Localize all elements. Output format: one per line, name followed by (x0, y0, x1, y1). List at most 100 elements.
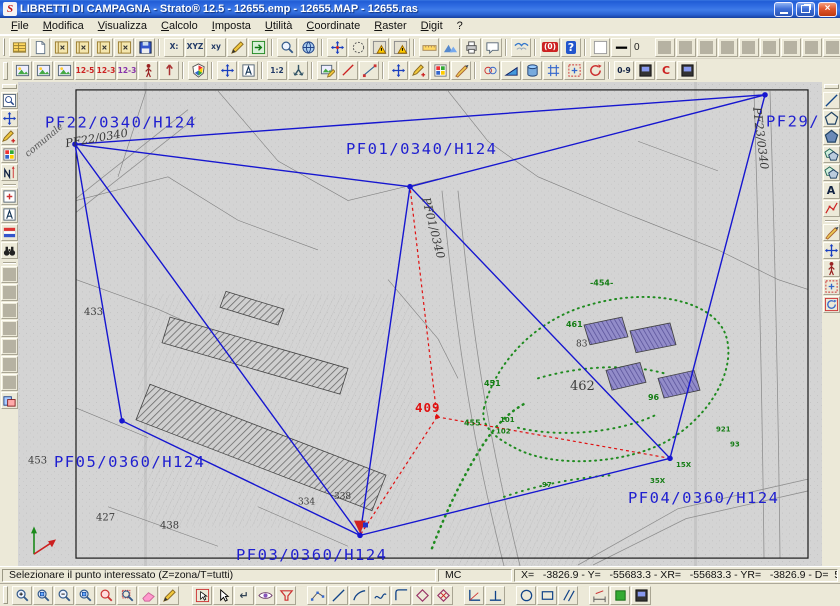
north-button[interactable] (1, 164, 18, 181)
fork-down-button[interactable] (288, 61, 308, 80)
ruler-button[interactable] (419, 38, 439, 57)
rect-tool-button[interactable] (537, 586, 557, 605)
ratio-button[interactable]: 1:2 (267, 61, 287, 80)
select-frame-button[interactable] (192, 586, 212, 605)
mag-minus-button[interactable] (54, 586, 74, 605)
line-button[interactable] (328, 586, 348, 605)
digits-button[interactable]: 0-9 (614, 61, 634, 80)
circle-button[interactable] (516, 586, 536, 605)
corner-button[interactable] (391, 586, 411, 605)
fieldbook-button[interactable] (93, 38, 113, 57)
move-cross-blue-button[interactable] (388, 61, 408, 80)
mountain-button[interactable] (440, 38, 460, 57)
brush-button[interactable] (451, 61, 471, 80)
sheets-button[interactable] (1, 392, 18, 409)
grid-cross-button[interactable] (543, 61, 563, 80)
magnifier-button[interactable] (277, 38, 297, 57)
person-button[interactable] (138, 61, 158, 80)
speech-bubble-button[interactable] (482, 38, 502, 57)
warn-grid-button[interactable] (390, 38, 410, 57)
copy-shape-button[interactable] (823, 164, 840, 181)
help-button[interactable]: ? (561, 38, 581, 57)
dimension-button[interactable] (589, 586, 609, 605)
line-button[interactable] (823, 92, 840, 109)
mag-red-button[interactable] (96, 586, 116, 605)
menu-digit[interactable]: Digit (414, 20, 450, 32)
parallel-button[interactable] (558, 586, 578, 605)
brush-button[interactable] (823, 224, 840, 241)
menu-coordinate[interactable]: Coordinate (299, 20, 367, 32)
coords-xy-button[interactable]: xy (206, 38, 226, 57)
arc-button[interactable] (349, 586, 369, 605)
document-button[interactable] (30, 38, 50, 57)
c-tool-button[interactable]: C (656, 61, 676, 80)
green-square-button[interactable] (610, 586, 630, 605)
ramp-button[interactable] (501, 61, 521, 80)
map-canvas[interactable]: PF22/0340/H124PF01/0340/H124PF29/PF05/03… (18, 82, 822, 566)
diamond-button[interactable] (412, 586, 432, 605)
person-button[interactable] (823, 260, 840, 277)
menu-modifica[interactable]: Modifica (36, 20, 91, 32)
scale-12-3b-button[interactable]: 12-3 (117, 61, 137, 80)
mag-window-button[interactable] (117, 586, 137, 605)
move-cross-button[interactable] (327, 38, 347, 57)
node-edit-button[interactable] (307, 586, 327, 605)
arrow-box-button[interactable] (248, 38, 268, 57)
bird-button[interactable] (511, 38, 531, 57)
image-button[interactable] (54, 61, 74, 80)
snap-circles-button[interactable] (480, 61, 500, 80)
pencil-plus-button[interactable] (409, 61, 429, 80)
frame-rotate-button[interactable] (823, 296, 840, 313)
frame-move-button[interactable] (564, 61, 584, 80)
dark-disk-button[interactable] (631, 586, 651, 605)
close-button[interactable]: × (818, 2, 837, 17)
pencil-button[interactable] (227, 38, 247, 57)
toolbar-grabber[interactable] (3, 38, 5, 56)
red-polyline-button[interactable] (823, 200, 840, 217)
plus-box-button[interactable] (1, 188, 18, 205)
save-button[interactable] (135, 38, 155, 57)
fieldbook-button[interactable] (114, 38, 134, 57)
menu-[interactable]: ? (450, 20, 470, 32)
eye-button[interactable] (255, 586, 275, 605)
a-box-button[interactable] (238, 61, 258, 80)
arrow-up-button[interactable] (159, 61, 179, 80)
menu-file[interactable]: File (4, 20, 36, 32)
text-tool-button[interactable]: A (823, 182, 840, 199)
flag-button[interactable] (1, 224, 18, 241)
image-button[interactable] (12, 61, 32, 80)
enter-button[interactable]: ↵ (234, 586, 254, 605)
dark-disk-button[interactable] (635, 61, 655, 80)
pentagon-button[interactable] (823, 110, 840, 127)
toolbar-grabber[interactable] (824, 84, 839, 89)
coords-xyz-button[interactable]: XYZ (185, 38, 205, 57)
image-button[interactable] (33, 61, 53, 80)
shield-button[interactable] (188, 61, 208, 80)
binoculars-button[interactable] (1, 242, 18, 259)
mag-page-button[interactable] (75, 586, 95, 605)
pencil-button[interactable] (159, 586, 179, 605)
fieldbook-button[interactable] (51, 38, 71, 57)
curve-button[interactable] (370, 586, 390, 605)
printer-button[interactable] (461, 38, 481, 57)
line-width-button[interactable] (611, 38, 631, 57)
move-cross-blue-button[interactable] (217, 61, 237, 80)
rotate-button[interactable] (585, 61, 605, 80)
pentagon-filled-button[interactable] (823, 128, 840, 145)
warn-grid-button[interactable] (369, 38, 389, 57)
pencil-plus-button[interactable] (1, 128, 18, 145)
scale-12-3-button[interactable]: 12-3 (96, 61, 116, 80)
mag-page-button[interactable] (33, 586, 53, 605)
mag-plus-button[interactable] (12, 586, 32, 605)
perpendicular-button[interactable] (485, 586, 505, 605)
eraser-button[interactable] (138, 586, 158, 605)
table-button[interactable] (9, 38, 29, 57)
image-pencil-button[interactable] (317, 61, 337, 80)
cursor-button[interactable] (213, 586, 233, 605)
globe-button[interactable] (298, 38, 318, 57)
move-cross-blue-button[interactable] (823, 242, 840, 259)
diamond-x-button[interactable] (433, 586, 453, 605)
menu-visualizza[interactable]: Visualizza (91, 20, 154, 32)
filter-button[interactable] (276, 586, 296, 605)
cylinder-button[interactable] (522, 61, 542, 80)
